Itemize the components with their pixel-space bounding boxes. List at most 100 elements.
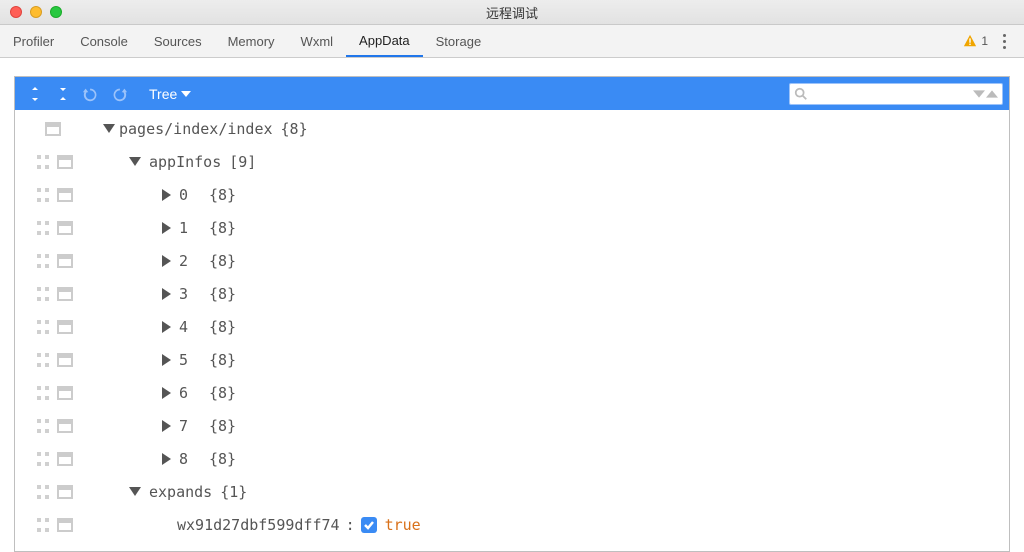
tree-item-row[interactable]: 4 {8} xyxy=(15,310,1009,343)
disclosure-right-icon[interactable] xyxy=(162,222,171,234)
tree-item-row[interactable]: 5 {8} xyxy=(15,343,1009,376)
tree-item-row[interactable]: 8 {8} xyxy=(15,442,1009,475)
tree-item-row[interactable]: 3 {8} xyxy=(15,277,1009,310)
object-icon xyxy=(57,155,73,169)
drag-icon[interactable] xyxy=(37,188,49,202)
appinfos-key: appInfos xyxy=(149,153,221,171)
object-icon xyxy=(57,254,73,268)
drag-icon[interactable] xyxy=(37,221,49,235)
item-size: {8} xyxy=(209,384,236,402)
search-box xyxy=(789,83,1003,105)
search-prev-icon[interactable] xyxy=(986,88,998,100)
tree-appinfos-row[interactable]: appInfos [9] xyxy=(15,145,1009,178)
expand-all-icon[interactable] xyxy=(21,82,49,106)
collapse-all-icon[interactable] xyxy=(49,82,77,106)
tab-storage[interactable]: Storage xyxy=(423,25,495,57)
checkbox-checked-icon[interactable] xyxy=(361,517,377,533)
root-path: pages/index/index xyxy=(119,120,273,138)
entry-colon: : xyxy=(346,516,355,534)
tab-profiler[interactable]: Profiler xyxy=(0,25,67,57)
root-size: {8} xyxy=(281,120,308,138)
more-menu-icon[interactable] xyxy=(994,34,1014,49)
search-input[interactable] xyxy=(812,87,969,101)
devtools-tabstrip: Profiler Console Sources Memory Wxml App… xyxy=(0,25,1024,58)
item-size: {8} xyxy=(209,450,236,468)
tab-appdata[interactable]: AppData xyxy=(346,25,423,57)
tab-memory[interactable]: Memory xyxy=(215,25,288,57)
item-size: {8} xyxy=(209,186,236,204)
appdata-toolbar: Tree xyxy=(15,77,1009,110)
entry-key: wx91d27dbf599dff74 xyxy=(177,516,340,534)
drag-icon[interactable] xyxy=(37,485,49,499)
disclosure-right-icon[interactable] xyxy=(162,453,171,465)
search-icon xyxy=(794,87,808,101)
item-size: {8} xyxy=(209,318,236,336)
object-icon xyxy=(57,518,73,532)
warning-icon xyxy=(963,34,977,48)
object-icon xyxy=(57,386,73,400)
window-controls xyxy=(10,6,62,18)
item-index: 7 xyxy=(179,417,209,435)
disclosure-right-icon[interactable] xyxy=(162,255,171,267)
disclosure-down-icon[interactable] xyxy=(129,487,141,496)
entry-value: true xyxy=(385,516,421,534)
tree-item-row[interactable]: 2 {8} xyxy=(15,244,1009,277)
close-icon[interactable] xyxy=(10,6,22,18)
tree-expands-row[interactable]: expands {1} xyxy=(15,475,1009,508)
tree-item-row[interactable]: 0 {8} xyxy=(15,178,1009,211)
warning-count[interactable]: 1 xyxy=(963,34,988,48)
tree-expands-entry-row[interactable]: wx91d27dbf599dff74 : true xyxy=(15,508,1009,541)
window-title: 远程调试 xyxy=(0,3,1024,22)
item-size: {8} xyxy=(209,219,236,237)
drag-icon[interactable] xyxy=(37,155,49,169)
drag-icon[interactable] xyxy=(37,254,49,268)
view-mode-select[interactable]: Tree xyxy=(149,86,191,102)
object-icon xyxy=(57,320,73,334)
disclosure-right-icon[interactable] xyxy=(162,189,171,201)
drag-icon[interactable] xyxy=(37,353,49,367)
disclosure-right-icon[interactable] xyxy=(162,288,171,300)
disclosure-down-icon[interactable] xyxy=(129,157,141,166)
disclosure-right-icon[interactable] xyxy=(162,420,171,432)
appinfos-size: [9] xyxy=(229,153,256,171)
drag-icon[interactable] xyxy=(37,386,49,400)
tab-sources[interactable]: Sources xyxy=(141,25,215,57)
disclosure-right-icon[interactable] xyxy=(162,321,171,333)
disclosure-right-icon[interactable] xyxy=(162,387,171,399)
redo-icon[interactable] xyxy=(105,82,133,106)
item-size: {8} xyxy=(209,252,236,270)
item-index: 8 xyxy=(179,450,209,468)
drag-icon[interactable] xyxy=(37,287,49,301)
search-nav xyxy=(973,88,998,100)
chevron-down-icon xyxy=(181,89,191,99)
item-index: 4 xyxy=(179,318,209,336)
object-icon xyxy=(57,353,73,367)
appdata-panel-inner: Tree pages/index/index {8} xyxy=(14,76,1010,552)
drag-icon[interactable] xyxy=(37,320,49,334)
tab-wxml[interactable]: Wxml xyxy=(288,25,347,57)
tree-root-row[interactable]: pages/index/index {8} xyxy=(15,112,1009,145)
undo-icon[interactable] xyxy=(77,82,105,106)
titlebar: 远程调试 xyxy=(0,0,1024,25)
item-index: 3 xyxy=(179,285,209,303)
drag-icon[interactable] xyxy=(37,419,49,433)
data-tree: pages/index/index {8} appInfos [9] 0 {8}… xyxy=(15,110,1009,541)
item-index: 5 xyxy=(179,351,209,369)
drag-icon[interactable] xyxy=(37,452,49,466)
disclosure-right-icon[interactable] xyxy=(162,354,171,366)
disclosure-down-icon[interactable] xyxy=(103,124,115,133)
item-index: 6 xyxy=(179,384,209,402)
expands-key: expands xyxy=(149,483,212,501)
appdata-panel: Tree pages/index/index {8} xyxy=(0,58,1024,552)
tree-item-row[interactable]: 7 {8} xyxy=(15,409,1009,442)
drag-icon[interactable] xyxy=(37,518,49,532)
tab-console[interactable]: Console xyxy=(67,25,141,57)
item-index: 0 xyxy=(179,186,209,204)
tree-item-row[interactable]: 1 {8} xyxy=(15,211,1009,244)
item-index: 1 xyxy=(179,219,209,237)
search-next-icon[interactable] xyxy=(973,88,985,100)
tree-item-row[interactable]: 6 {8} xyxy=(15,376,1009,409)
minimize-icon[interactable] xyxy=(30,6,42,18)
zoom-icon[interactable] xyxy=(50,6,62,18)
object-icon xyxy=(57,221,73,235)
